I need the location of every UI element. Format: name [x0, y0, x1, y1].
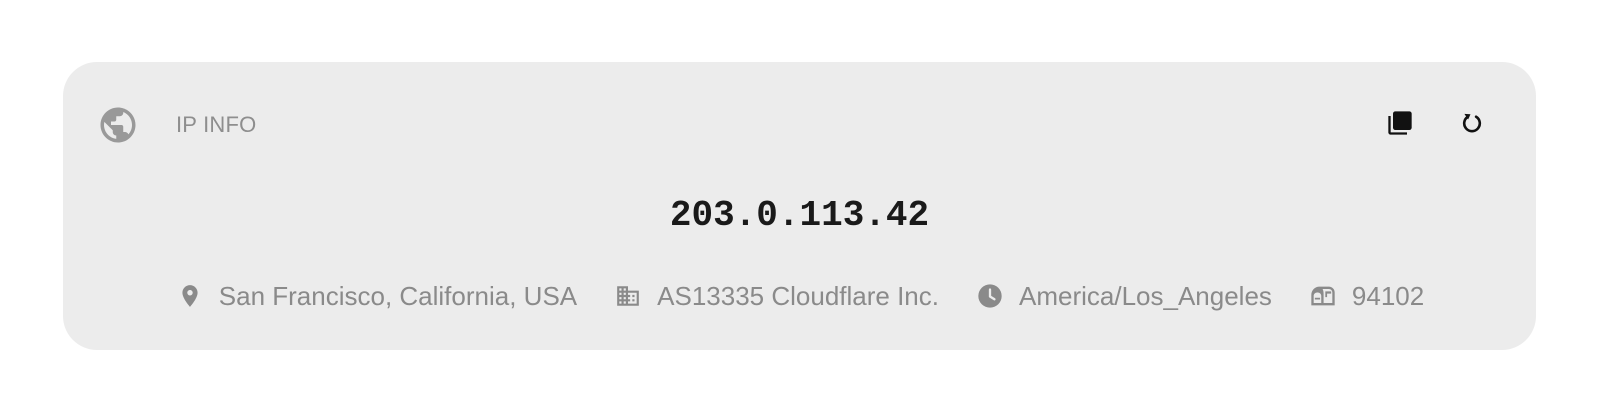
building-icon	[613, 281, 643, 311]
timezone-text: America/Los_Angeles	[1019, 281, 1272, 311]
timezone-detail: America/Los_Angeles	[975, 281, 1272, 311]
asn-detail: AS13335 Cloudflare Inc.	[613, 281, 939, 311]
refresh-icon	[1459, 110, 1485, 141]
card-title: IP INFO	[176, 112, 257, 137]
refresh-button[interactable]	[1453, 106, 1491, 144]
location-pin-icon	[175, 281, 205, 311]
clock-icon	[975, 281, 1005, 311]
copy-button[interactable]	[1381, 106, 1419, 144]
location-text: San Francisco, California, USA	[218, 281, 578, 311]
globe-icon	[97, 104, 139, 146]
details-row: San Francisco, California, USA AS13335 C…	[63, 278, 1536, 314]
mailbox-icon	[1308, 281, 1338, 311]
location-detail: San Francisco, California, USA	[175, 281, 577, 311]
ip-info-card: IP INFO 203.0.113.42 San Francisco, Cali	[63, 62, 1536, 350]
ip-address: 203.0.113.42	[669, 195, 930, 236]
asn-text: AS13335 Cloudflare Inc.	[657, 281, 939, 311]
postal-text: 94102	[1351, 281, 1425, 311]
postal-detail: 94102	[1308, 281, 1424, 311]
copy-icon	[1386, 109, 1414, 142]
